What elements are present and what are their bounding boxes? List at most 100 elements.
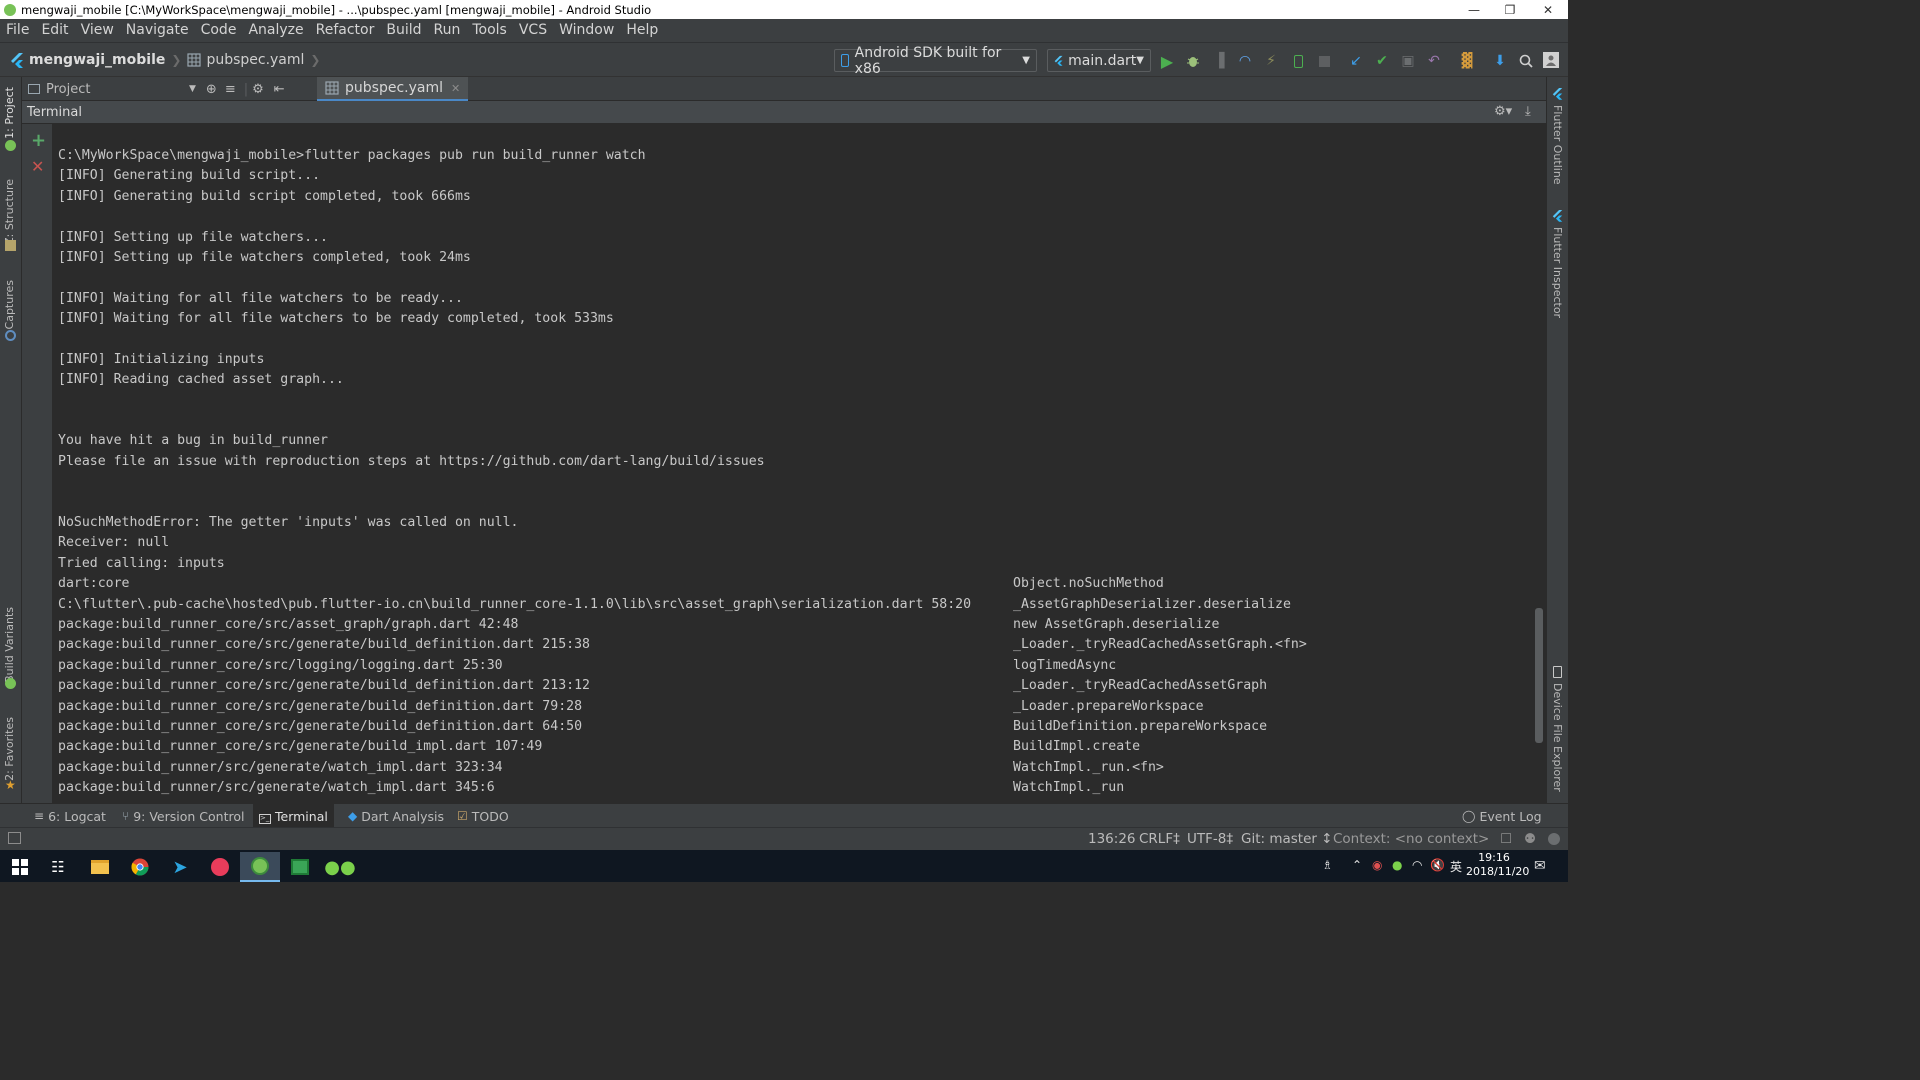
line-separator[interactable]: CRLF‡ [1139, 831, 1180, 847]
user-icon[interactable] [1543, 52, 1559, 68]
inspector-icon[interactable]: ⚉ [1524, 831, 1536, 847]
settings-gear-icon[interactable]: ⚙▾ [1494, 104, 1512, 119]
green-app-icon[interactable] [280, 852, 320, 882]
terminal-scrollbar[interactable] [1532, 124, 1546, 803]
bottom-tab-label: 6: Logcat [48, 808, 106, 824]
terminal-output[interactable]: C:\MyWorkSpace\mengwaji_mobile>flutter p… [52, 124, 1532, 803]
stop-icon[interactable] [1315, 52, 1333, 70]
profile-icon[interactable]: ◠ [1236, 52, 1254, 70]
clock[interactable]: 19:16 2018/11/20 [1466, 851, 1529, 879]
breadcrumb-file[interactable]: pubspec.yaml [206, 52, 304, 68]
run-config-selector[interactable]: main.dart ▼ [1047, 49, 1151, 72]
git-branch[interactable]: Git: master ↕ [1241, 831, 1333, 847]
file-explorer-icon[interactable] [80, 852, 120, 882]
music-app-icon[interactable] [200, 852, 240, 882]
tray-wechat-icon[interactable]: ● [1392, 858, 1402, 872]
ime-indicator[interactable]: 英 [1450, 858, 1462, 875]
close-session-icon[interactable]: ✕ [31, 157, 44, 176]
action-center-icon[interactable]: ✉ [1534, 858, 1546, 874]
menu-analyze[interactable]: Analyze [242, 19, 309, 42]
bottom-tab-version-control[interactable]: ⑂ 9: Version Control [116, 804, 250, 828]
attach-icon[interactable]: ▐ [1210, 52, 1228, 70]
tool-tab-flutter-outline[interactable]: Flutter Outline [1551, 105, 1564, 185]
vcs-history-icon[interactable]: ▣ [1399, 52, 1417, 70]
hide-panel-icon[interactable]: ⤓ [1525, 104, 1531, 119]
scrollbar-thumb[interactable] [1535, 608, 1543, 743]
tool-tab-flutter-inspector[interactable]: Flutter Inspector [1551, 227, 1564, 318]
context-indicator[interactable]: Context: <no context> [1333, 831, 1489, 847]
tool-tab-structure[interactable]: Z: Structure [3, 179, 16, 245]
version-control-icon: ⑂ [122, 809, 130, 823]
telegram-icon[interactable]: ➤ [160, 852, 200, 882]
menu-file[interactable]: File [0, 19, 35, 42]
memory-indicator-icon[interactable] [1548, 833, 1560, 845]
bottom-tab-terminal[interactable]: >_ Terminal [253, 804, 334, 828]
bottom-tab-logcat[interactable]: ≡ 6: Logcat [28, 804, 112, 828]
menu-window[interactable]: Window [553, 19, 620, 42]
restore-button[interactable]: ❐ [1492, 0, 1528, 19]
terminal-line: Tried calling: inputs [58, 554, 971, 574]
scroll-from-source-icon[interactable]: ⊕ [206, 82, 217, 97]
menu-run[interactable]: Run [428, 19, 467, 42]
menu-build[interactable]: Build [380, 19, 427, 42]
bottom-tab-dart-analysis[interactable]: ◆ Dart Analysis [342, 804, 450, 828]
editor-tab-pubspec[interactable]: pubspec.yaml ✕ [317, 77, 469, 101]
collapse-all-icon[interactable]: ≡ [225, 82, 236, 97]
event-log-button[interactable]: ◯ Event Log [1456, 804, 1548, 828]
people-icon[interactable]: ♗ [1322, 858, 1333, 872]
android-studio-icon[interactable] [240, 852, 280, 882]
minimize-button[interactable]: — [1456, 0, 1492, 19]
settings-gear-icon[interactable]: ⚙ [252, 82, 264, 97]
dart-icon: ◆ [348, 809, 358, 823]
terminal-line: package:build_runner_core/src/generate/b… [58, 676, 1267, 696]
network-icon[interactable]: ◠ [1412, 858, 1422, 872]
file-encoding[interactable]: UTF-8‡ [1187, 831, 1233, 847]
captures-icon [5, 330, 16, 341]
menu-refactor[interactable]: Refactor [310, 19, 381, 42]
tool-tab-captures[interactable]: Captures [3, 280, 16, 329]
search-icon[interactable] [1517, 52, 1535, 70]
vcs-commit-icon[interactable]: ✔ [1373, 52, 1391, 70]
device-selector[interactable]: Android SDK built for x86 ▼ [834, 45, 1037, 77]
tray-app-icon[interactable]: ◉ [1372, 858, 1382, 872]
revert-icon[interactable]: ↶ [1425, 52, 1443, 70]
avd-manager-icon[interactable]: ⬇ [1491, 52, 1509, 70]
breadcrumb-project[interactable]: mengwaji_mobile [29, 52, 165, 68]
chrome-icon[interactable] [120, 852, 160, 882]
hot-reload-icon[interactable]: ⚡ [1262, 52, 1280, 70]
task-view-icon[interactable]: ☷ [38, 852, 78, 882]
run-icon[interactable]: ▶ [1158, 52, 1176, 71]
tool-tab-favorites[interactable]: 2: Favorites [3, 717, 16, 781]
lock-icon[interactable]: ☐ [1500, 831, 1512, 847]
chevron-down-icon[interactable]: ▼ [189, 84, 196, 94]
menu-view[interactable]: View [75, 19, 120, 42]
close-button[interactable]: ✕ [1530, 0, 1566, 19]
new-session-icon[interactable]: + [31, 130, 46, 151]
menu-help[interactable]: Help [620, 19, 664, 42]
windows-start-icon[interactable] [0, 852, 40, 882]
tool-tab-build-variants[interactable]: Build Variants [3, 607, 16, 683]
menu-tools[interactable]: Tools [466, 19, 513, 42]
bottom-tab-todo[interactable]: ☑ TODO [451, 804, 515, 828]
debug-icon[interactable] [1184, 52, 1202, 70]
project-view-selector[interactable]: Project [46, 82, 189, 97]
menu-edit[interactable]: Edit [35, 19, 74, 42]
vcs-update-icon[interactable]: ↙ [1347, 52, 1365, 70]
wechat-icon[interactable]: ●● [320, 852, 360, 882]
tool-tab-device-file-explorer[interactable]: Device File Explorer [1551, 683, 1564, 792]
sdk-manager-icon[interactable]: ▓ [1458, 52, 1476, 70]
close-tab-icon[interactable]: ✕ [451, 82, 460, 95]
menu-code[interactable]: Code [195, 19, 243, 42]
menu-vcs[interactable]: VCS [513, 19, 553, 42]
hide-panel-icon[interactable]: ⇤ [274, 82, 285, 97]
menu-navigate[interactable]: Navigate [120, 19, 195, 42]
caret-position[interactable]: 136:26 [1088, 831, 1136, 847]
flutter-icon [1054, 55, 1063, 66]
terminal-line-text: C:\MyWorkSpace\mengwaji_mobile>flutter p… [58, 148, 646, 163]
volume-muted-icon[interactable]: 🔇 [1430, 858, 1445, 872]
apply-changes-icon[interactable] [1289, 52, 1307, 70]
toggle-tool-windows-icon[interactable] [8, 832, 21, 844]
terminal-line-text: You have hit a bug in build_runner [58, 433, 328, 449]
tool-tab-project[interactable]: 1: Project [3, 87, 16, 139]
show-hidden-icons-button[interactable]: ⌃ [1352, 858, 1362, 872]
